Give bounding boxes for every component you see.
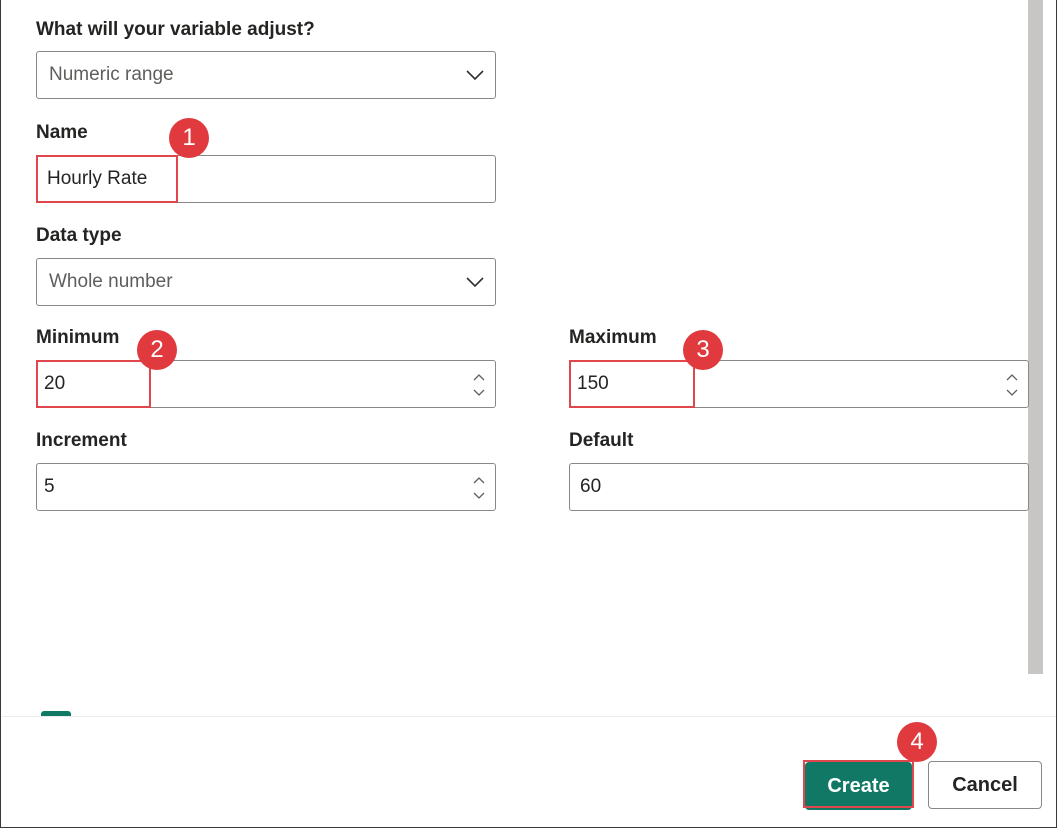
minimum-value: 20 xyxy=(44,373,66,394)
variable-dialog: What will your variable adjust? Numeric … xyxy=(0,0,1057,828)
default-label: Default xyxy=(569,430,634,451)
maximum-label: Maximum xyxy=(569,327,657,348)
increment-value: 5 xyxy=(44,476,55,497)
step-badge-4: 4 xyxy=(897,722,937,762)
step-badge-3: 3 xyxy=(683,330,723,370)
increment-label: Increment xyxy=(36,430,127,451)
default-value: 60 xyxy=(580,476,602,497)
data-type-label: Data type xyxy=(36,225,122,246)
cancel-button[interactable]: Cancel xyxy=(928,761,1042,809)
name-value: Hourly Rate xyxy=(47,168,148,189)
step-badge-1: 1 xyxy=(169,118,209,158)
maximum-input[interactable]: 150 xyxy=(569,360,1029,408)
spin-arrows-icon[interactable] xyxy=(471,369,487,401)
minimum-label: Minimum xyxy=(36,327,120,348)
adjust-dropdown[interactable]: Numeric range xyxy=(36,51,496,99)
create-button[interactable]: Create xyxy=(805,762,912,810)
footer-divider xyxy=(2,716,1056,717)
maximum-value: 150 xyxy=(577,373,609,394)
data-type-value: Whole number xyxy=(49,271,173,292)
adjust-value: Numeric range xyxy=(49,64,174,85)
name-input[interactable]: Hourly Rate xyxy=(36,155,496,203)
increment-input[interactable]: 5 xyxy=(36,463,496,511)
scrollbar[interactable] xyxy=(1028,0,1043,674)
name-label: Name xyxy=(36,122,88,143)
default-input[interactable]: 60 xyxy=(569,463,1029,511)
minimum-input[interactable]: 20 xyxy=(36,360,496,408)
step-badge-2: 2 xyxy=(137,330,177,370)
data-type-dropdown[interactable]: Whole number xyxy=(36,258,496,306)
adjust-label: What will your variable adjust? xyxy=(36,19,315,40)
chevron-down-icon xyxy=(466,277,484,288)
chevron-down-icon xyxy=(466,70,484,81)
spin-arrows-icon[interactable] xyxy=(471,472,487,504)
spin-arrows-icon[interactable] xyxy=(1004,369,1020,401)
